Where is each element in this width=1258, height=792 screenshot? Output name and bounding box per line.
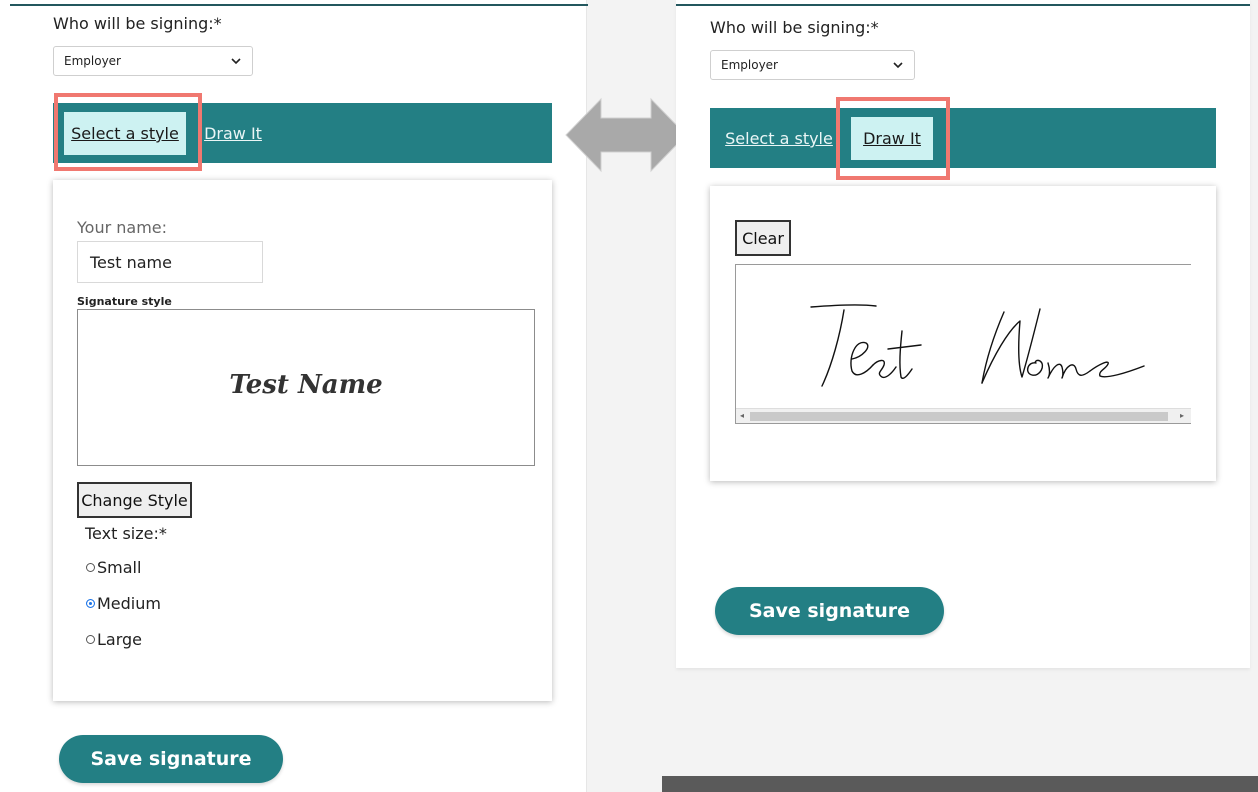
name-input[interactable]: Test name [77,241,263,283]
tab-draw-it[interactable]: Draw It [851,117,933,160]
radio-medium[interactable]: Medium [86,594,161,613]
change-style-button[interactable]: Change Style [77,482,192,518]
signature-preview-text: Test Name [229,370,383,400]
chevron-down-icon [231,58,241,65]
radio-small-label: Small [97,558,142,577]
right-panel: Who will be signing:* Employer Select a … [676,0,1250,668]
signer-select-value: Employer [64,54,121,68]
signer-label: Who will be signing:* [710,18,879,37]
draw-it-card: Clear ◂ ▸ [710,186,1216,481]
your-name-label: Your name: [77,218,168,237]
signer-select[interactable]: Employer [710,50,915,80]
radio-small[interactable]: Small [86,558,141,577]
signature-style-label: Signature style [77,295,172,308]
radio-icon [86,635,95,644]
scroll-thumb[interactable] [750,412,1168,421]
signature-tabbar: Select a style Draw It [53,103,552,163]
radio-icon [86,563,95,572]
scroll-right-icon[interactable]: ▸ [1180,411,1184,420]
signature-tabbar: Select a style Draw It [710,108,1216,168]
tab-draw-it[interactable]: Draw It [202,112,264,155]
chevron-down-icon [893,62,903,69]
signature-drawing [810,304,1145,387]
left-panel: Who will be signing:* Employer Select a … [0,0,588,792]
radio-large[interactable]: Large [86,630,142,649]
top-divider [676,4,1250,6]
radio-medium-label: Medium [97,594,161,613]
scroll-left-icon[interactable]: ◂ [740,411,744,420]
footer-bar [662,776,1258,792]
tab-select-style[interactable]: Select a style [64,112,186,155]
signer-label: Who will be signing:* [53,14,222,33]
radio-icon [86,599,95,608]
signature-canvas[interactable]: ◂ ▸ [735,264,1191,424]
select-style-card: Your name: Test name Signature style Tes… [53,180,552,701]
text-size-label: Text size:* [85,524,167,543]
signer-select[interactable]: Employer [53,46,253,76]
tab-select-style[interactable]: Select a style [724,117,834,160]
save-signature-button[interactable]: Save signature [715,587,944,635]
top-divider [10,4,588,6]
signer-select-value: Employer [721,58,778,72]
double-arrow-icon [565,97,687,173]
clear-button[interactable]: Clear [735,220,791,256]
signature-preview-box: Test Name [77,309,535,466]
radio-large-label: Large [97,630,143,649]
save-signature-button[interactable]: Save signature [59,735,283,783]
canvas-scrollbar[interactable]: ◂ ▸ [736,408,1191,423]
